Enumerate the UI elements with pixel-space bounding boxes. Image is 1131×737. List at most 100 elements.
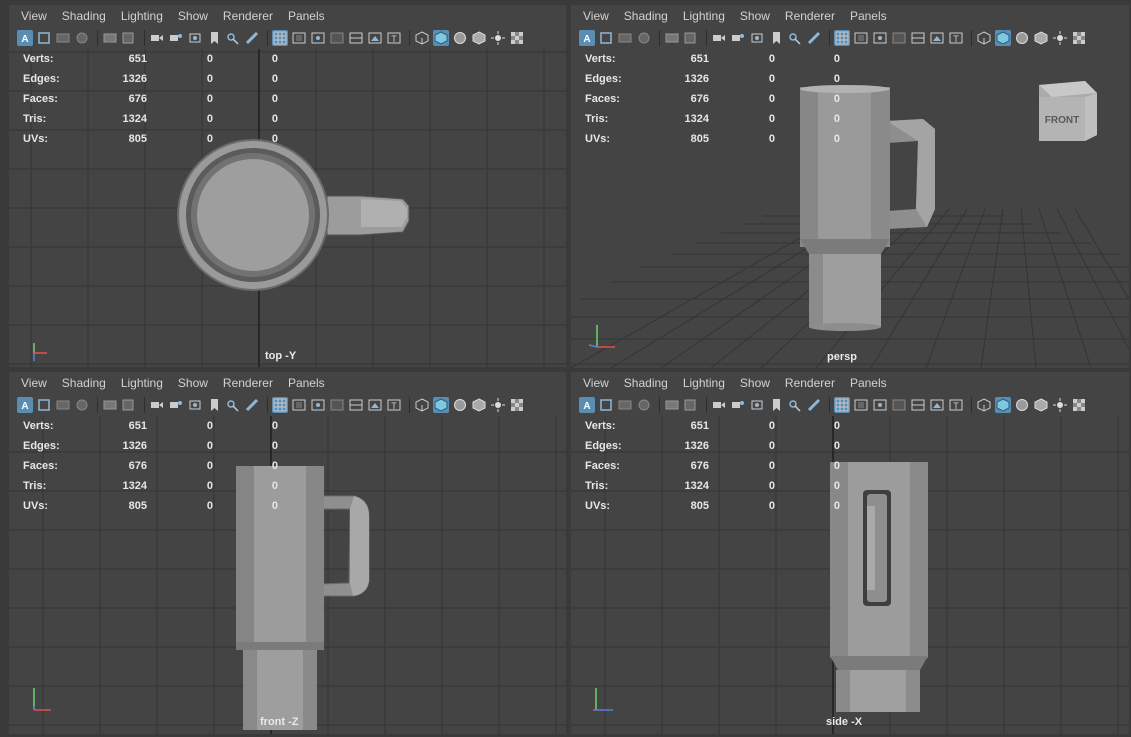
select-camera-icon[interactable]: A (579, 30, 595, 46)
shadows-icon[interactable] (509, 30, 525, 46)
film-gate-icon[interactable] (683, 397, 699, 413)
viewport-canvas[interactable]: front -Z (9, 416, 566, 734)
lights-icon[interactable] (1052, 397, 1068, 413)
bookmark-flag-icon[interactable] (206, 30, 222, 46)
field-chart-icon[interactable] (910, 30, 926, 46)
two-d-pan-icon[interactable] (787, 30, 803, 46)
camera-attributes-icon[interactable] (36, 397, 52, 413)
camera-icon[interactable] (149, 397, 165, 413)
gate-mask-icon[interactable] (329, 397, 345, 413)
safe-action-icon[interactable] (929, 397, 945, 413)
lights-icon[interactable] (490, 30, 506, 46)
viewport-canvas[interactable]: side -X (571, 416, 1129, 734)
menu-show[interactable]: Show (178, 376, 208, 390)
resolution-gate-icon[interactable] (872, 30, 888, 46)
grid-icon[interactable] (272, 397, 288, 413)
bookmark-icon[interactable] (55, 397, 71, 413)
menu-shading[interactable]: Shading (62, 376, 106, 390)
view-cube[interactable]: FRONT (1039, 81, 1097, 141)
textured-icon[interactable] (1033, 30, 1049, 46)
gate-mask-icon[interactable] (891, 397, 907, 413)
menu-renderer[interactable]: Renderer (223, 9, 273, 23)
safe-action-icon[interactable] (929, 30, 945, 46)
wireframe-icon[interactable] (414, 397, 430, 413)
bookmark-flag-icon[interactable] (768, 397, 784, 413)
camera-lock-icon[interactable] (168, 30, 184, 46)
camera-attributes-icon[interactable] (36, 30, 52, 46)
grid-toggle-icon[interactable] (664, 397, 680, 413)
menu-renderer[interactable]: Renderer (785, 376, 835, 390)
camera-attributes-icon[interactable] (598, 397, 614, 413)
menu-lighting[interactable]: Lighting (121, 376, 163, 390)
menu-show[interactable]: Show (740, 376, 770, 390)
snapshot-icon[interactable] (749, 397, 765, 413)
field-chart-icon[interactable] (348, 30, 364, 46)
menu-shading[interactable]: Shading (62, 9, 106, 23)
grease-pencil-icon[interactable] (244, 30, 260, 46)
menu-view[interactable]: View (21, 9, 47, 23)
menu-lighting[interactable]: Lighting (121, 9, 163, 23)
safe-action-icon[interactable] (367, 397, 383, 413)
grid-toggle-icon[interactable] (102, 30, 118, 46)
bookmark-icon[interactable] (617, 30, 633, 46)
film-gate-frame-icon[interactable] (853, 30, 869, 46)
film-gate-frame-icon[interactable] (291, 397, 307, 413)
field-chart-icon[interactable] (910, 397, 926, 413)
menu-view[interactable]: View (583, 376, 609, 390)
safe-title-icon[interactable]: T (948, 30, 964, 46)
shadows-icon[interactable] (1071, 30, 1087, 46)
default-material-icon[interactable] (452, 30, 468, 46)
safe-title-icon[interactable]: T (386, 30, 402, 46)
menu-shading[interactable]: Shading (624, 9, 668, 23)
menu-panels[interactable]: Panels (288, 9, 325, 23)
bookmark-icon[interactable] (55, 30, 71, 46)
snapshot-icon[interactable] (749, 30, 765, 46)
viewport-canvas[interactable]: top -Y (9, 49, 566, 367)
viewport-persp[interactable]: View Shading Lighting Show Renderer Pane… (571, 5, 1129, 368)
viewport-canvas[interactable]: FRONT persp (571, 49, 1129, 368)
select-camera-icon[interactable]: A (579, 397, 595, 413)
two-d-pan-icon[interactable] (787, 397, 803, 413)
menu-show[interactable]: Show (740, 9, 770, 23)
viewport-top[interactable]: View Shading Lighting Show Renderer Pane… (9, 5, 566, 367)
gate-mask-icon[interactable] (891, 30, 907, 46)
default-material-icon[interactable] (1014, 397, 1030, 413)
safe-action-icon[interactable] (367, 30, 383, 46)
viewport-front[interactable]: View Shading Lighting Show Renderer Pane… (9, 372, 566, 734)
menu-lighting[interactable]: Lighting (683, 376, 725, 390)
lights-icon[interactable] (490, 397, 506, 413)
menu-shading[interactable]: Shading (624, 376, 668, 390)
smooth-shade-icon[interactable] (995, 30, 1011, 46)
image-plane-icon[interactable] (74, 397, 90, 413)
image-plane-icon[interactable] (636, 397, 652, 413)
grid-toggle-icon[interactable] (664, 30, 680, 46)
menu-show[interactable]: Show (178, 9, 208, 23)
default-material-icon[interactable] (452, 397, 468, 413)
safe-title-icon[interactable]: T (948, 397, 964, 413)
grid-icon[interactable] (834, 30, 850, 46)
menu-view[interactable]: View (21, 376, 47, 390)
shadows-icon[interactable] (509, 397, 525, 413)
safe-title-icon[interactable]: T (386, 397, 402, 413)
gate-mask-icon[interactable] (329, 30, 345, 46)
camera-icon[interactable] (711, 30, 727, 46)
grease-pencil-icon[interactable] (806, 30, 822, 46)
grease-pencil-icon[interactable] (806, 397, 822, 413)
camera-lock-icon[interactable] (730, 397, 746, 413)
menu-renderer[interactable]: Renderer (785, 9, 835, 23)
resolution-gate-icon[interactable] (310, 397, 326, 413)
textured-icon[interactable] (1033, 397, 1049, 413)
bookmark-flag-icon[interactable] (768, 30, 784, 46)
smooth-shade-icon[interactable] (433, 30, 449, 46)
camera-lock-icon[interactable] (168, 397, 184, 413)
resolution-gate-icon[interactable] (310, 30, 326, 46)
snapshot-icon[interactable] (187, 30, 203, 46)
menu-panels[interactable]: Panels (850, 9, 887, 23)
wireframe-icon[interactable] (976, 30, 992, 46)
bookmark-icon[interactable] (617, 397, 633, 413)
select-camera-icon[interactable]: A (17, 397, 33, 413)
camera-icon[interactable] (149, 30, 165, 46)
textured-icon[interactable] (471, 30, 487, 46)
film-gate-icon[interactable] (683, 30, 699, 46)
film-gate-icon[interactable] (121, 397, 137, 413)
